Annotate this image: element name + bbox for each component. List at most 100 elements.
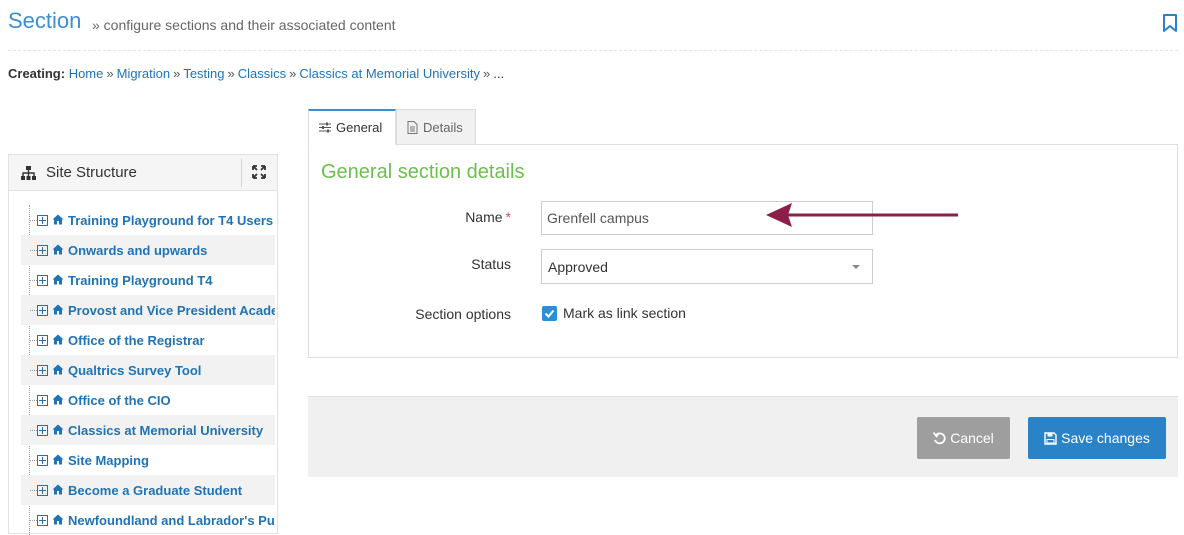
tree-connector	[30, 430, 37, 431]
tree-connector	[30, 220, 37, 221]
expand-plus-icon[interactable]	[37, 484, 48, 496]
tree-item[interactable]: Training Playground T4	[21, 265, 275, 295]
status-select[interactable]: Approved	[541, 249, 873, 284]
status-value: Approved	[548, 258, 608, 275]
sitemap-icon	[21, 166, 36, 185]
site-structure-panel: Site Structure Training Playground for T…	[8, 154, 278, 535]
save-changes-button[interactable]: Save changes	[1028, 417, 1166, 459]
tree-item[interactable]: Classics at Memorial University	[21, 415, 275, 445]
save-icon	[1044, 431, 1057, 445]
page-subtitle: » configure sections and their associate…	[92, 17, 396, 33]
tree-item[interactable]: Office of the CIO	[21, 385, 275, 415]
sliders-icon	[319, 122, 331, 133]
breadcrumb-classics[interactable]: Classics	[238, 66, 286, 81]
section-options-label: Section options	[415, 306, 511, 322]
home-icon	[52, 333, 64, 348]
caret-down-icon	[852, 265, 860, 269]
breadcrumb-testing[interactable]: Testing	[183, 66, 224, 81]
tree-item-label: Become a Graduate Student	[68, 482, 243, 498]
tree-connector	[30, 280, 37, 281]
tab-details[interactable]: Details	[396, 109, 476, 145]
tree-connector	[30, 250, 37, 251]
expand-plus-icon[interactable]	[37, 424, 48, 436]
expand-plus-icon[interactable]	[37, 244, 48, 256]
site-structure-header: Site Structure	[9, 155, 277, 191]
home-icon	[52, 513, 64, 528]
checkmark-icon	[544, 309, 555, 318]
document-icon	[407, 120, 418, 134]
tree-item[interactable]: Provost and Vice President Academic	[21, 295, 275, 325]
bookmark-icon[interactable]	[1162, 14, 1178, 37]
tree-item-label: Qualtrics Survey Tool	[68, 362, 202, 378]
form-footer: Cancel Save changes	[308, 396, 1178, 477]
link-section-label: Mark as link section	[563, 305, 686, 321]
tree-connector	[30, 400, 37, 401]
home-icon	[52, 273, 64, 288]
tree-item-label: Training Playground for T4 Users	[68, 212, 274, 228]
expand-plus-icon[interactable]	[37, 214, 48, 226]
home-icon	[52, 243, 64, 258]
tree-item[interactable]: Qualtrics Survey Tool	[21, 355, 275, 385]
link-section-checkbox[interactable]	[542, 306, 557, 321]
breadcrumb-separator: »	[173, 66, 181, 81]
tree-item[interactable]: Office of the Registrar	[21, 325, 275, 355]
tree-item-label: Provost and Vice President Academic	[68, 302, 275, 318]
breadcrumb-label: Creating:	[8, 66, 66, 81]
name-label-row: Name *	[311, 209, 511, 225]
undo-icon	[933, 431, 946, 444]
home-icon	[52, 393, 64, 408]
header-divider	[241, 159, 242, 187]
expand-plus-icon[interactable]	[37, 394, 48, 406]
breadcrumb-separator: »	[106, 66, 114, 81]
home-icon	[52, 453, 64, 468]
header-divider	[8, 50, 1178, 51]
expand-plus-icon[interactable]	[37, 454, 48, 466]
tree-connector	[30, 370, 37, 371]
expand-icon[interactable]	[252, 165, 266, 184]
name-label: Name	[465, 209, 503, 225]
tree-item[interactable]: Onwards and upwards	[21, 235, 275, 265]
cancel-button[interactable]: Cancel	[917, 417, 1010, 459]
tree-item-label: Office of the Registrar	[68, 332, 205, 348]
home-icon	[52, 213, 64, 228]
page-title: Section	[8, 8, 82, 33]
breadcrumb: Creating: Home» Migration» Testing» Classic…	[8, 66, 504, 81]
tree-item[interactable]: Site Mapping	[21, 445, 275, 475]
expand-plus-icon[interactable]	[37, 364, 48, 376]
panel-title: General section details	[321, 161, 525, 183]
cancel-label: Cancel	[950, 430, 994, 446]
expand-plus-icon[interactable]	[37, 274, 48, 286]
tree-connector	[30, 460, 37, 461]
tree-connector	[30, 340, 37, 341]
tree-item-label: Classics at Memorial University	[68, 422, 264, 438]
tree-item-label: Site Mapping	[68, 452, 149, 468]
tree-item-label: Onwards and upwards	[68, 242, 208, 258]
tree-item[interactable]: Training Playground for T4 Users	[21, 205, 275, 235]
breadcrumb-separator: »	[289, 66, 297, 81]
breadcrumb-ellipsis: ...	[493, 66, 505, 81]
annotation-arrow-icon	[766, 200, 960, 235]
tab-details-label: Details	[423, 119, 463, 135]
required-marker: *	[505, 209, 511, 225]
breadcrumb-home[interactable]: Home	[69, 66, 104, 81]
expand-plus-icon[interactable]	[37, 514, 48, 526]
breadcrumb-separator: »	[482, 66, 491, 81]
breadcrumb-migration[interactable]: Migration	[117, 66, 170, 81]
tree-item[interactable]: Newfoundland and Labrador's Public Unive…	[21, 505, 275, 535]
tab-general[interactable]: General	[308, 109, 396, 145]
tree-item-label: Office of the CIO	[68, 392, 171, 408]
tree-item[interactable]: Become a Graduate Student	[21, 475, 275, 505]
tree-connector	[30, 490, 37, 491]
status-label: Status	[471, 256, 511, 272]
tree-connector	[30, 520, 37, 521]
tree-connector	[30, 310, 37, 311]
breadcrumb-separator: »	[227, 66, 235, 81]
home-icon	[52, 423, 64, 438]
site-structure-title: Site Structure	[46, 164, 137, 181]
expand-plus-icon[interactable]	[37, 334, 48, 346]
breadcrumb-classics-mun[interactable]: Classics at Memorial University	[299, 66, 480, 81]
expand-plus-icon[interactable]	[37, 304, 48, 316]
home-icon	[52, 303, 64, 318]
tree-item-label: Training Playground T4	[68, 272, 213, 288]
site-tree: Training Playground for T4 Users Onwards …	[21, 205, 275, 535]
